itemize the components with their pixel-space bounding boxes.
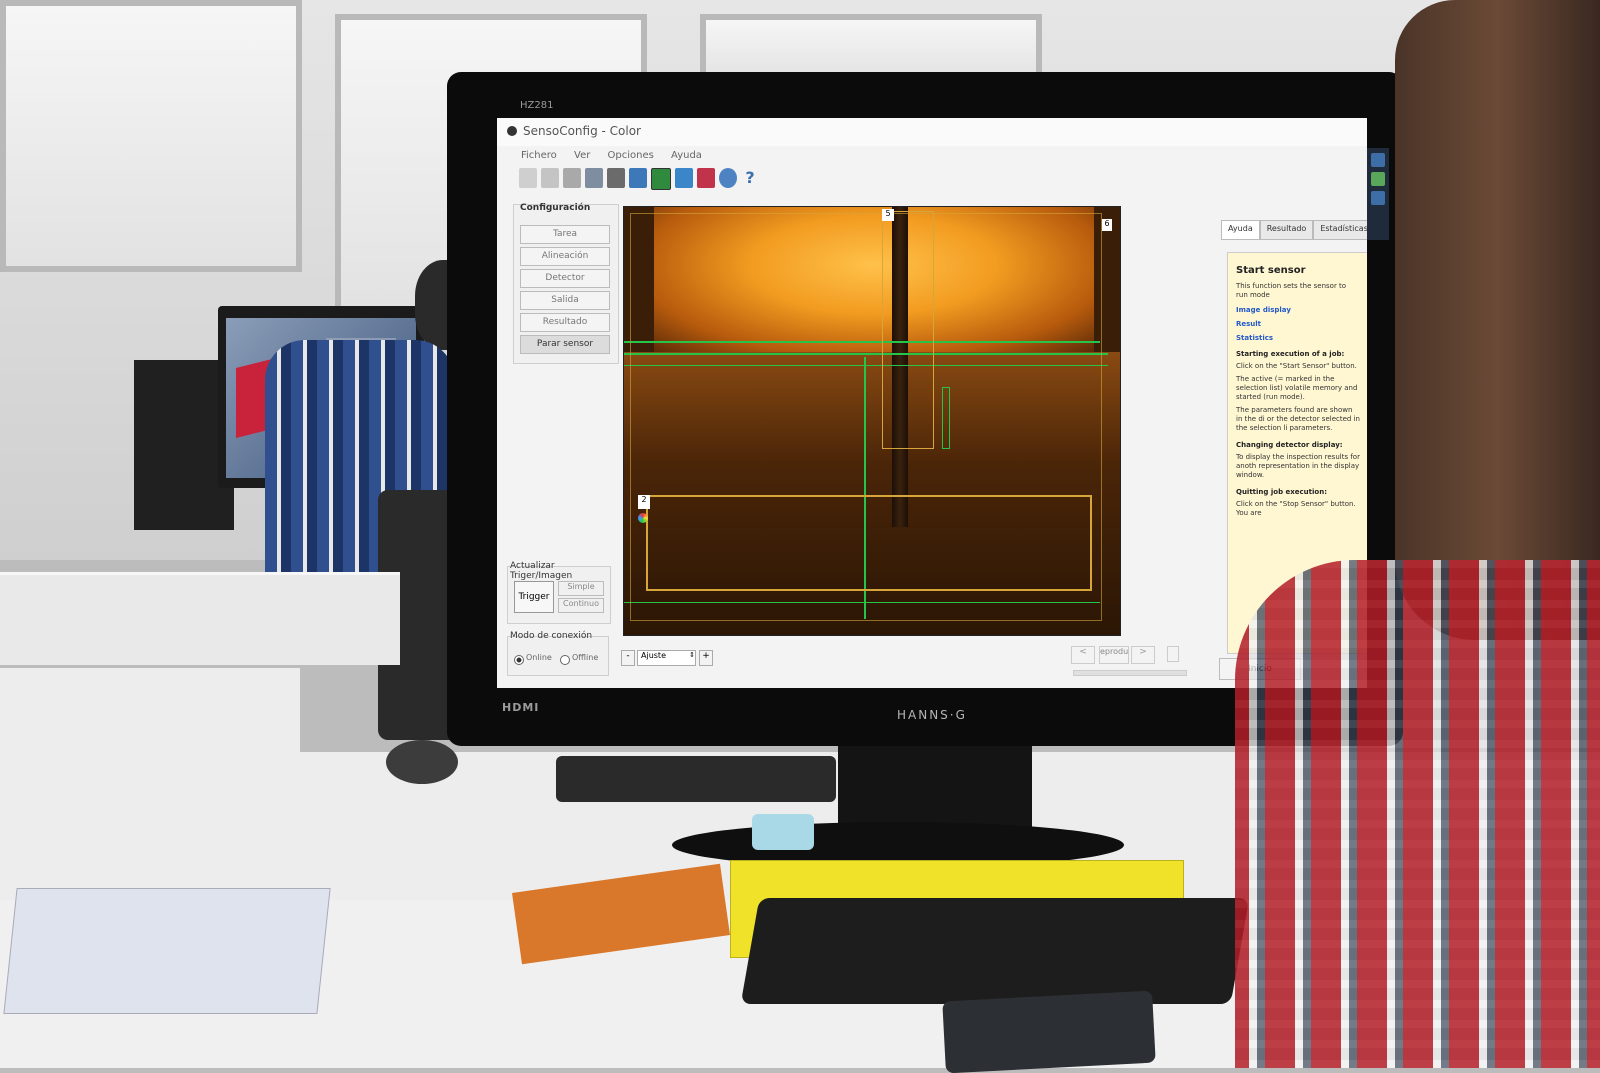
help-text: Click on the "Stop Sensor" button. You a… <box>1236 500 1356 517</box>
monitor-model-label: HZ281 <box>520 100 554 111</box>
help-text: The active (= marked in the selection li… <box>1236 375 1358 401</box>
reproduce-button[interactable]: eproduc <box>1099 646 1129 664</box>
window-title: SensoConfig - Color <box>523 124 641 138</box>
zoom-icon[interactable] <box>719 168 737 188</box>
menu-fichero[interactable]: Fichero <box>521 150 557 161</box>
next-button[interactable]: > <box>1131 646 1155 664</box>
detector-region-6[interactable] <box>630 213 1102 621</box>
monitor-brand-label: HANNS·G <box>897 708 967 722</box>
app-taskbar-icon[interactable] <box>1371 191 1385 205</box>
menu-bar: Fichero Ver Opciones Ayuda <box>521 150 716 161</box>
tab-estadisticas[interactable]: Estadísticas <box>1313 220 1367 240</box>
app-window: SensoConfig - Color Fichero Ver Opciones… <box>497 118 1367 688</box>
connection-panel-title: Modo de conexión <box>510 631 593 641</box>
offline-radio[interactable] <box>560 655 570 665</box>
usb-drive <box>752 814 814 850</box>
keyboard <box>556 756 836 802</box>
open-folder-icon[interactable] <box>541 168 559 188</box>
detector-marker[interactable]: 5 <box>882 209 894 221</box>
zoom-select-value: Ajuste <box>641 651 666 660</box>
detector-button[interactable]: Detector <box>520 269 610 288</box>
person-hair <box>1395 0 1600 640</box>
simple-button[interactable]: Simple <box>558 581 604 596</box>
help-heading: Start sensor <box>1236 265 1306 276</box>
connection-panel: Modo de conexión Online Offline <box>507 631 609 676</box>
person-plaid-shirt <box>1235 560 1600 1068</box>
film-icon[interactable] <box>607 168 625 188</box>
title-bar: SensoConfig - Color <box>497 118 1367 146</box>
office-window <box>0 0 302 272</box>
config-panel-title: Configuración <box>520 203 591 213</box>
mouse <box>386 740 458 784</box>
color-wheel-icon <box>638 513 648 523</box>
help-text: The parameters found are shown in the di… <box>1236 406 1360 432</box>
help-link-statistics[interactable]: Statistics <box>1236 334 1360 342</box>
detector-icon[interactable] <box>675 168 693 188</box>
resultado-button[interactable]: Resultado <box>520 313 610 332</box>
zoom-out-button[interactable]: - <box>621 650 635 666</box>
spinner-icon: ⇕ <box>689 651 695 659</box>
desk <box>0 668 300 908</box>
offline-label: Offline <box>572 653 599 662</box>
sensor-run-icon[interactable] <box>651 168 671 190</box>
playback-slider[interactable] <box>1073 670 1187 676</box>
parar-sensor-button[interactable]: Parar sensor <box>520 335 610 354</box>
taskbar <box>1367 148 1389 240</box>
detector-marker[interactable]: 6 <box>1102 219 1112 231</box>
options-checkbox[interactable] <box>1167 646 1179 662</box>
alineacion-button[interactable]: Alineación <box>520 247 610 266</box>
menu-opciones[interactable]: Opciones <box>608 150 654 161</box>
app-logo-icon <box>507 126 517 136</box>
continuo-button[interactable]: Continuo <box>558 598 604 613</box>
new-file-icon[interactable] <box>519 168 537 188</box>
help-link-result[interactable]: Result <box>1236 320 1360 328</box>
tarea-button[interactable]: Tarea <box>520 225 610 244</box>
online-label: Online <box>526 653 552 662</box>
toolbar: ? <box>519 168 759 194</box>
keyboard <box>740 898 1250 1004</box>
tab-ayuda[interactable]: Ayuda <box>1221 220 1260 240</box>
zoom-in-button[interactable]: + <box>699 650 713 666</box>
help-section-title: Starting execution of a job: <box>1236 350 1345 358</box>
config-panel: Configuración Tarea Alineación Detector … <box>513 203 619 364</box>
monitor-icon[interactable] <box>585 168 603 188</box>
trigger-panel-title: Actualizar Triger/Imagen <box>510 561 573 581</box>
app-taskbar-icon[interactable] <box>1371 172 1385 186</box>
camera-icon[interactable] <box>629 168 647 188</box>
trigger-panel: Actualizar Triger/Imagen Trigger Simple … <box>507 561 611 624</box>
calculator <box>942 990 1156 1073</box>
right-tabs: Ayuda Resultado Estadísticas <box>1221 220 1367 240</box>
zoom-select[interactable]: Ajuste ⇕ <box>637 650 696 666</box>
help-section-title: Quitting job execution: <box>1236 488 1327 496</box>
help-section-title: Changing detector display: <box>1236 441 1343 449</box>
menu-ayuda[interactable]: Ayuda <box>671 150 702 161</box>
help-icon[interactable]: ? <box>741 168 759 188</box>
windows-start-icon[interactable] <box>1371 153 1385 167</box>
tab-resultado[interactable]: Resultado <box>1259 220 1314 240</box>
output-icon[interactable] <box>697 168 715 188</box>
desk <box>0 572 400 665</box>
camera-image-view[interactable]: 5 6 2 <box>623 206 1121 636</box>
previous-button[interactable]: < <box>1071 646 1095 664</box>
monitor-port-label: HDMI <box>502 701 540 714</box>
menu-ver[interactable]: Ver <box>574 150 590 161</box>
salida-button[interactable]: Salida <box>520 291 610 310</box>
online-radio[interactable] <box>514 655 524 665</box>
book <box>3 888 331 1014</box>
detector-marker[interactable]: 2 <box>638 495 650 509</box>
help-intro: This function sets the sensor to run mod… <box>1236 282 1347 299</box>
trigger-button[interactable]: Trigger <box>514 581 554 613</box>
help-text: Click on the "Start Sensor" button. <box>1236 362 1357 370</box>
save-icon[interactable] <box>563 168 581 188</box>
help-text: To display the inspection results for an… <box>1236 453 1360 479</box>
help-link-image-display[interactable]: Image display <box>1236 306 1360 314</box>
